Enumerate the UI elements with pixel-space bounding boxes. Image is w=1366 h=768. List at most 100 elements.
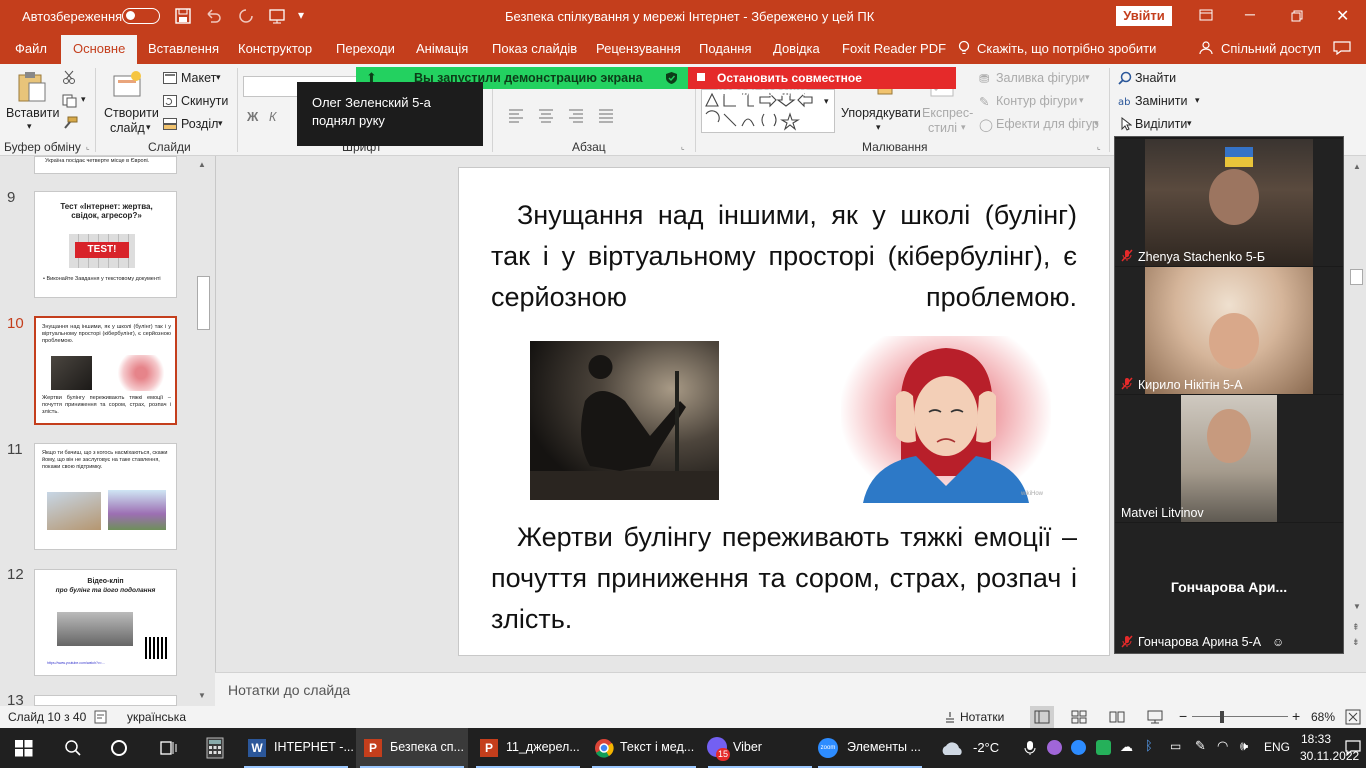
new-slide-label-2[interactable]: слайд (110, 121, 145, 135)
scroll-up-icon[interactable]: ▲ (198, 160, 206, 169)
arrange-button[interactable]: Упорядкувати (841, 106, 921, 120)
clipboard-launcher-icon[interactable]: ⌞ (86, 142, 90, 151)
slide-text-top[interactable]: Знущання над іншими, як у школі (булінг)… (491, 195, 1077, 318)
tab-slideshow[interactable]: Показ слайдів (492, 41, 577, 56)
participant-tile[interactable]: Zhenya Stachenko 5-Б (1115, 139, 1343, 266)
slide-sorter-icon[interactable] (1071, 710, 1087, 724)
participant-tile[interactable]: Гончарова Ари... Гончарова Арина 5-А ☺ (1115, 523, 1343, 653)
slideshow-view-icon[interactable] (1147, 710, 1163, 724)
stop-share-button[interactable]: Остановить совместное использование (688, 67, 956, 99)
reset-button[interactable]: Скинути (181, 94, 228, 108)
shape-outline-dropdown-icon[interactable]: ▾ (1079, 95, 1084, 106)
shape-fill-dropdown-icon[interactable]: ▾ (1085, 72, 1090, 83)
customize-toolbar-icon[interactable]: ▾ (298, 8, 304, 22)
clock-time[interactable]: 18:33 (1301, 732, 1331, 746)
spellcheck-icon[interactable] (94, 710, 108, 724)
viber-tray-icon[interactable] (1047, 740, 1062, 755)
reading-view-icon[interactable] (1109, 710, 1125, 724)
quick-styles-dropdown-icon[interactable]: ▾ (961, 122, 966, 133)
weather-temp[interactable]: -2°C (973, 740, 999, 755)
normal-view-icon[interactable] (1030, 706, 1054, 728)
tab-view[interactable]: Подання (699, 41, 752, 56)
bold-icon[interactable]: Ж (247, 110, 258, 124)
redo-icon[interactable] (238, 8, 254, 24)
slide-thumbnail-13[interactable] (34, 695, 177, 706)
cortana-icon[interactable] (110, 739, 128, 757)
zoom-tray-icon[interactable] (1071, 740, 1086, 755)
alignment-icons[interactable] (507, 108, 617, 124)
restore-icon[interactable] (1291, 10, 1303, 22)
tab-transitions[interactable]: Переходи (336, 41, 395, 56)
task-view-icon[interactable] (158, 739, 178, 757)
bluetooth-icon[interactable]: ᛒ (1145, 738, 1153, 753)
layout-button[interactable]: Макет (181, 71, 216, 85)
scrollbar-thumb[interactable] (1350, 269, 1363, 285)
section-dropdown-icon[interactable]: ▾ (218, 118, 223, 129)
scroll-down-icon[interactable]: ▼ (1353, 602, 1361, 611)
taskbar-app-viber[interactable]: 15 Viber (704, 728, 816, 768)
zoom-slider[interactable] (1192, 716, 1288, 717)
slide-thumbnail-12[interactable]: Відео-кліп про булінг та його подолання … (34, 569, 177, 676)
autosave-toggle[interactable] (122, 8, 160, 24)
next-slide-icon[interactable]: ⇟ (1352, 637, 1360, 648)
onedrive-icon[interactable]: ☁ (1120, 739, 1133, 755)
scrollbar-thumb[interactable] (197, 276, 210, 330)
taskbar-app-powerpoint-active[interactable]: P Безпека сп... (356, 728, 468, 768)
scroll-up-icon[interactable]: ▲ (1353, 162, 1361, 171)
shape-outline-button[interactable]: Контур фігури (996, 94, 1077, 108)
wifi-icon[interactable]: ◠ (1217, 738, 1228, 754)
zoom-level[interactable]: 68% (1311, 710, 1335, 724)
participant-tile[interactable]: Matvei Litvinov (1115, 395, 1343, 522)
copy-icon[interactable] (62, 94, 78, 108)
arrange-dropdown-icon[interactable]: ▾ (876, 122, 881, 133)
tab-design[interactable]: Конструктор (238, 41, 312, 56)
tab-review[interactable]: Рецензування (596, 41, 681, 56)
tab-help[interactable]: Довідка (773, 41, 820, 56)
fit-to-window-icon[interactable] (1345, 709, 1361, 725)
input-language[interactable]: ENG (1264, 740, 1290, 754)
share-button[interactable]: Спільний доступ (1221, 41, 1321, 56)
shape-fill-button[interactable]: Заливка фігури (996, 71, 1085, 85)
replace-button[interactable]: Замінити (1135, 94, 1187, 108)
share-icon[interactable] (1198, 41, 1214, 55)
drawing-launcher-icon[interactable]: ⌞ (1097, 142, 1101, 151)
quick-styles-label-1[interactable]: Експрес- (922, 106, 973, 120)
taskbar-app-chrome[interactable]: Текст і мед... (588, 728, 700, 768)
slide-thumbnail-10-selected[interactable]: Знущання над іншими, як у школі (булінг)… (34, 316, 177, 425)
paragraph-launcher-icon[interactable]: ⌞ (681, 142, 685, 151)
shape-effects-button[interactable]: Ефекти для фігур (996, 117, 1099, 131)
cut-icon[interactable] (62, 70, 76, 84)
italic-icon[interactable]: К (269, 110, 276, 124)
search-icon[interactable] (64, 739, 82, 757)
save-icon[interactable] (175, 8, 191, 24)
volume-icon[interactable]: 🕪 (1240, 738, 1248, 754)
reset-icon[interactable] (163, 95, 177, 107)
select-button[interactable]: Виділити (1135, 117, 1187, 131)
paste-icon[interactable] (16, 70, 48, 104)
slide-scrollbar[interactable]: ▲ ▼ ⇞ ⇟ (1348, 156, 1366, 672)
paste-label[interactable]: Вставити (6, 106, 59, 120)
slide-thumbnail-8[interactable]: Україна посідає четверте місце в Європі. (34, 156, 177, 174)
tab-file[interactable]: Файл (15, 41, 47, 56)
zoom-out-icon[interactable]: − (1179, 708, 1187, 724)
previous-slide-icon[interactable]: ⇞ (1352, 622, 1360, 633)
calculator-icon[interactable] (206, 737, 224, 759)
tab-foxit[interactable]: Foxit Reader PDF (842, 41, 946, 56)
thumb-link[interactable]: https://www.youtube.com/watch?v=... (47, 661, 167, 665)
tab-insert[interactable]: Вставлення (148, 41, 219, 56)
shape-effects-dropdown-icon[interactable]: ▾ (1094, 118, 1099, 129)
participant-tile[interactable]: Кирило Нікітін 5-А (1115, 267, 1343, 394)
start-slideshow-icon[interactable] (268, 8, 286, 24)
windows-start-icon[interactable] (15, 740, 33, 757)
new-slide-icon[interactable] (112, 70, 144, 102)
layout-icon[interactable] (163, 72, 177, 84)
taskbar-app-word[interactable]: W ІНТЕРНЕТ -... (240, 728, 354, 768)
close-icon[interactable]: ✕ (1336, 6, 1349, 26)
slide-thumbnail-9[interactable]: Тест «Інтернет: жертва, свідок, агресор?… (34, 191, 177, 298)
minimize-icon[interactable]: ─ (1245, 6, 1255, 22)
app-tray-icon[interactable] (1096, 740, 1111, 755)
quick-styles-label-2[interactable]: стилі (928, 121, 957, 135)
slide-text-bottom[interactable]: Жертви булінгу переживають тяжкі емоції … (491, 517, 1077, 640)
section-icon[interactable] (163, 118, 177, 130)
format-painter-icon[interactable] (62, 116, 78, 130)
